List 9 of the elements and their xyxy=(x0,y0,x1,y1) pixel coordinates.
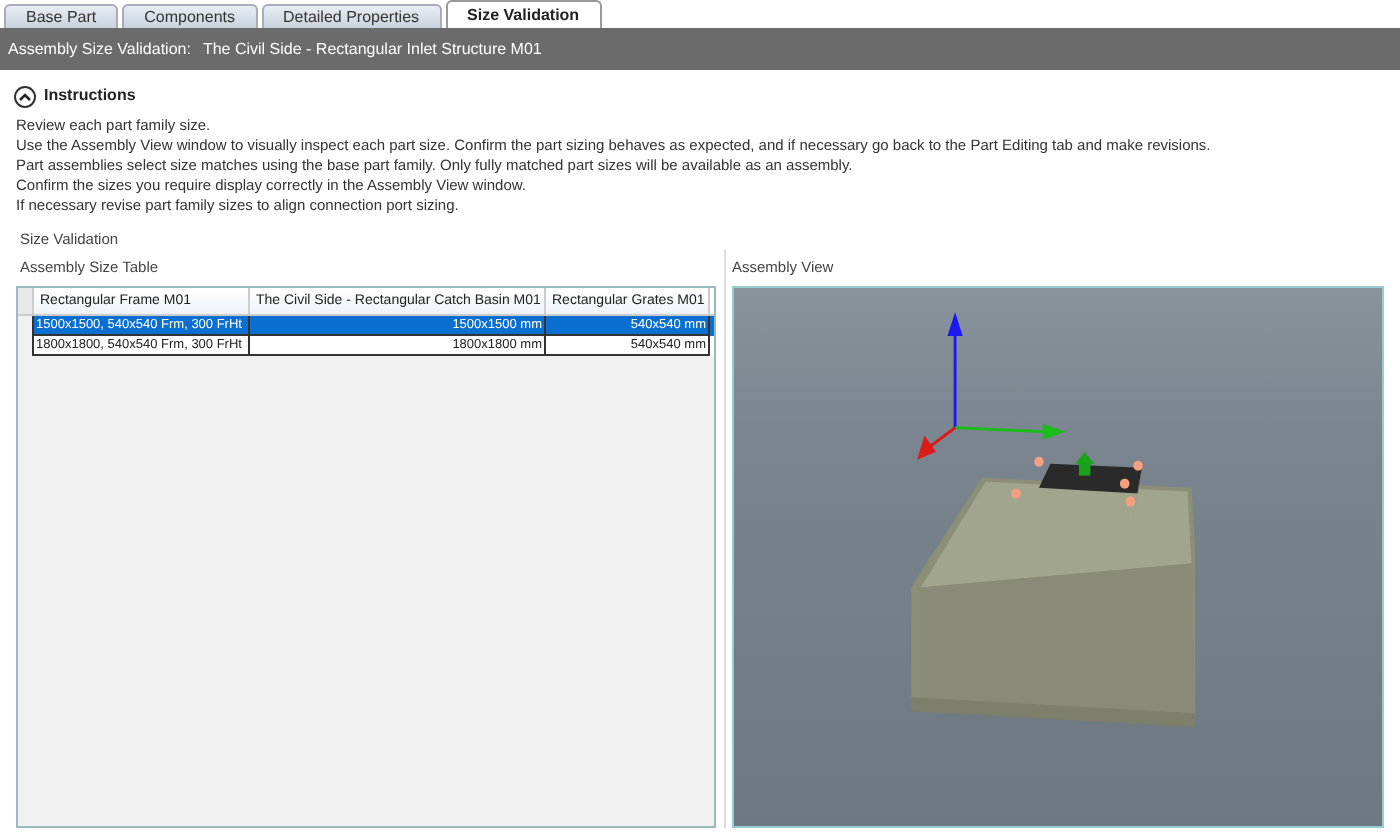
tab[interactable]: Base Part xyxy=(4,4,119,28)
chevron-up-icon xyxy=(18,91,32,101)
collapse-toggle[interactable] xyxy=(14,85,36,107)
section-title: Instructions xyxy=(44,84,136,108)
tab[interactable]: Size Validation xyxy=(445,0,602,28)
header-label: Assembly Size Validation: xyxy=(8,37,191,61)
header-value: The Civil Side - Rectangular Inlet Structure M01 xyxy=(202,37,542,61)
tab[interactable]: Detailed Properties xyxy=(261,4,442,28)
tab[interactable]: Components xyxy=(122,4,257,28)
